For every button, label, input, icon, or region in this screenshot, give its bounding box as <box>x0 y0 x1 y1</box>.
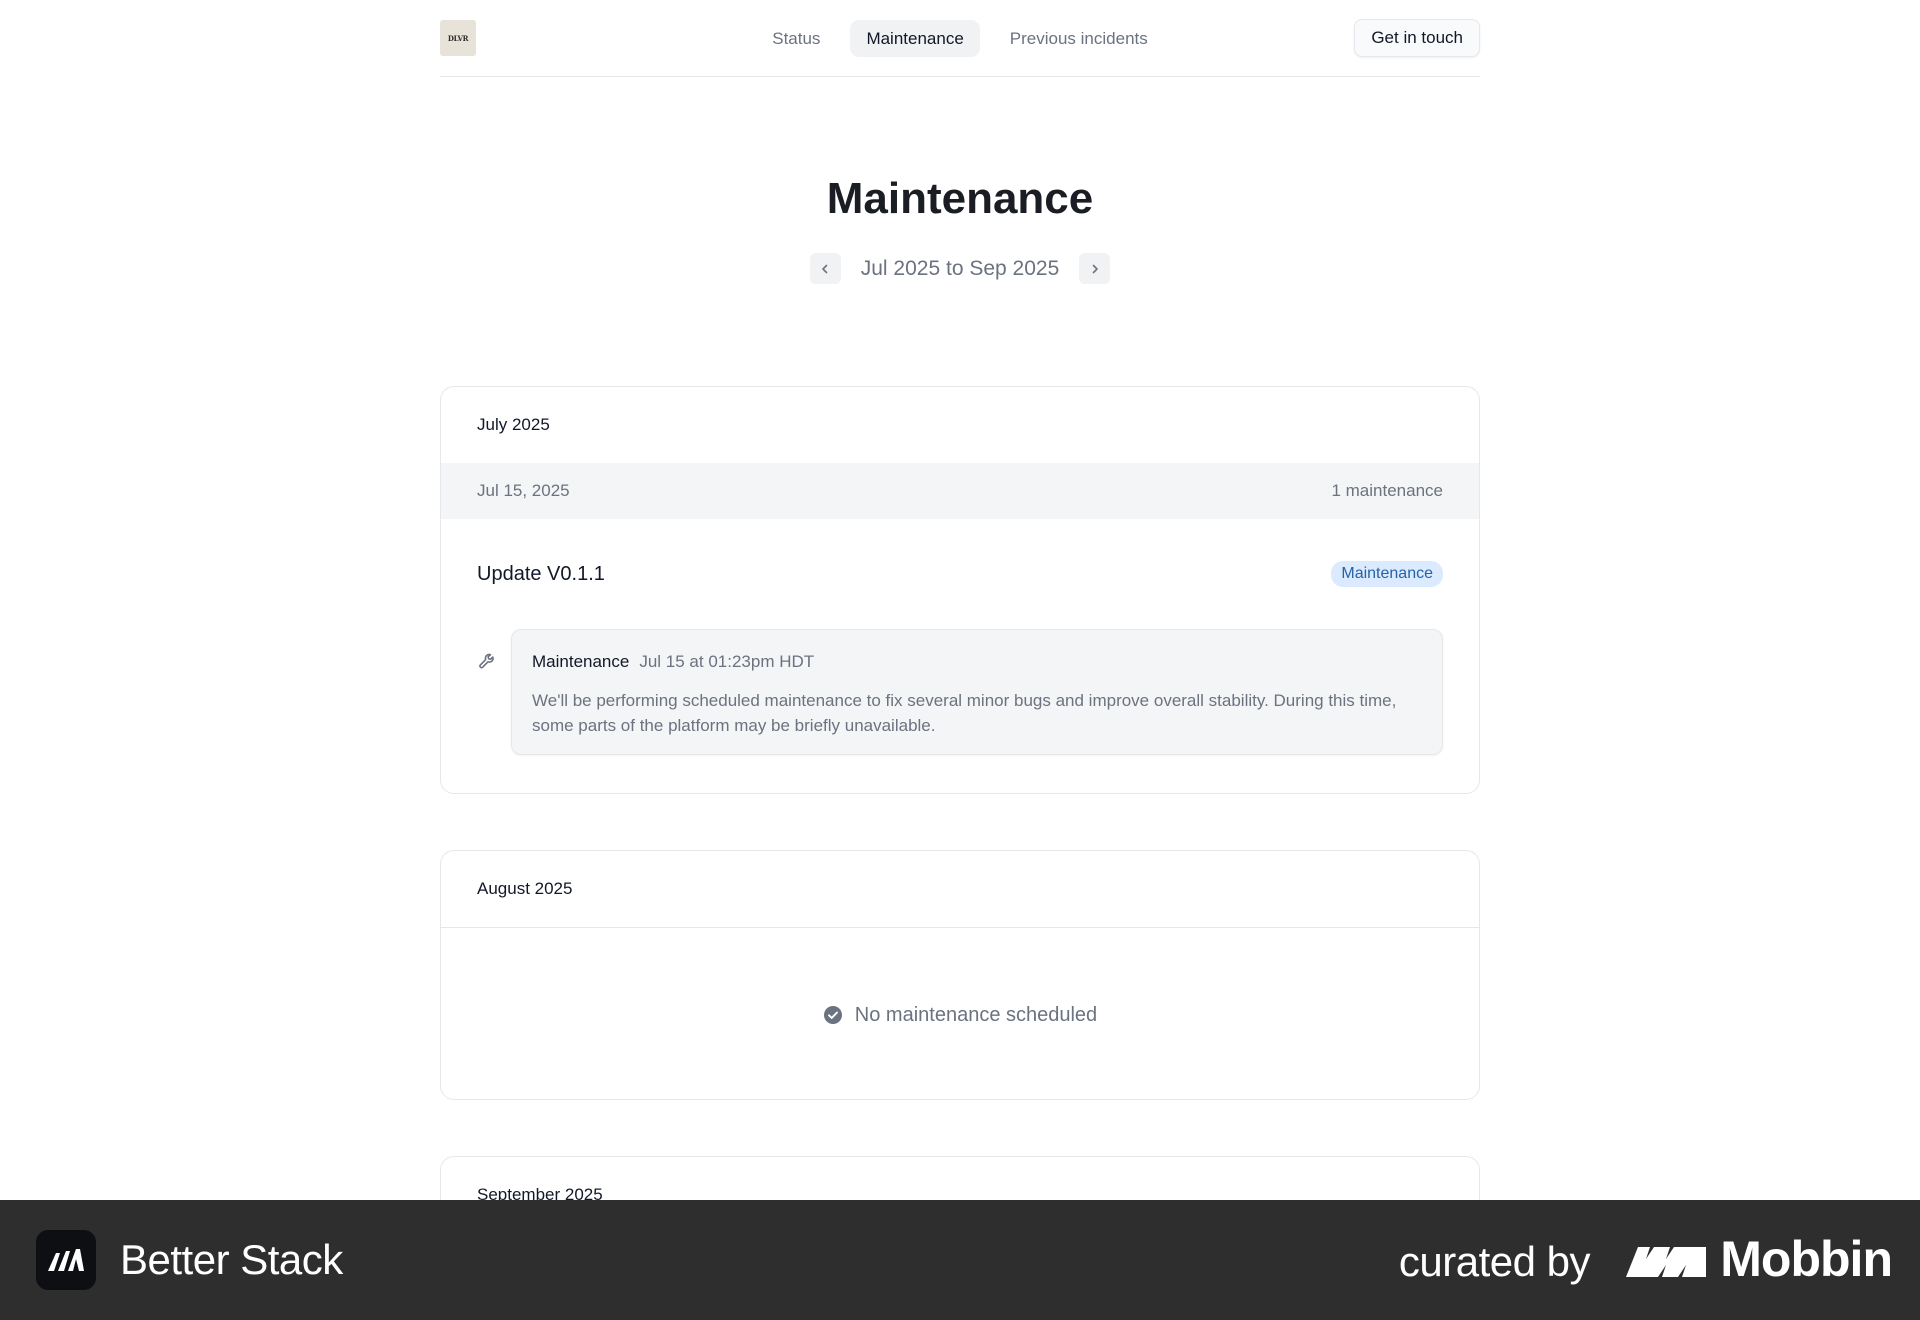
month-card-august: August 2025 No maintenance scheduled <box>440 850 1480 1100</box>
page-container: DLVR Status Maintenance Previous inciden… <box>440 0 1480 1276</box>
month-card-july: July 2025 Jul 15, 2025 1 maintenance Upd… <box>440 386 1480 794</box>
previous-range-button[interactable] <box>809 253 841 284</box>
brand-name: Better Stack <box>120 1236 343 1283</box>
day-row: Jul 15, 2025 1 maintenance <box>441 463 1479 519</box>
check-circle-icon <box>823 1006 842 1024</box>
date-range-switcher: Jul 2025 to Sep 2025 <box>440 253 1480 284</box>
curator-name: Mobbin <box>1720 1231 1893 1287</box>
date-range-label: Jul 2025 to Sep 2025 <box>860 256 1060 280</box>
header: DLVR Status Maintenance Previous inciden… <box>440 0 1480 77</box>
update-label: Maintenance <box>532 652 630 671</box>
day-count: 1 maintenance <box>1331 481 1443 500</box>
day-date: Jul 15, 2025 <box>477 481 570 500</box>
update-entry: Maintenance Jul 15 at 01:23pm HDT We'll … <box>441 629 1479 755</box>
nav-maintenance[interactable]: Maintenance <box>850 20 980 57</box>
update-description: We'll be performing scheduled maintenanc… <box>532 691 1397 735</box>
update-box: Maintenance Jul 15 at 01:23pm HDT We'll … <box>511 629 1443 755</box>
better-stack-mark-icon <box>48 1249 84 1271</box>
main-nav: Status Maintenance Previous incidents <box>440 20 1480 57</box>
nav-previous-incidents[interactable]: Previous incidents <box>994 20 1164 57</box>
update-header: Maintenance Jul 15 at 01:23pm HDT <box>532 652 1422 672</box>
mobbin-mark-icon <box>1626 1247 1707 1277</box>
next-range-button[interactable] <box>1079 253 1111 284</box>
nav-status[interactable]: Status <box>756 20 836 57</box>
empty-state: No maintenance scheduled <box>441 927 1479 1099</box>
month-heading: July 2025 <box>477 415 550 434</box>
footer-bar: Better Stack curated by Mobbin <box>0 1200 1920 1320</box>
get-in-touch-button[interactable]: Get in touch <box>1354 19 1480 57</box>
wrench-icon <box>479 653 494 669</box>
chevron-right-icon <box>1092 264 1098 273</box>
event-title[interactable]: Update V0.1.1 <box>477 563 605 586</box>
chevron-left-icon <box>822 264 828 273</box>
status-badge: Maintenance <box>1331 561 1443 587</box>
mobbin-logo: Mobbin <box>1626 1230 1893 1288</box>
update-timestamp: Jul 15 at 01:23pm HDT <box>639 652 815 671</box>
page-title: Maintenance <box>826 174 1094 223</box>
curated-by-text: curated by <box>1398 1238 1591 1285</box>
better-stack-logo-icon <box>36 1230 96 1290</box>
empty-state-text: No maintenance scheduled <box>854 1003 1098 1026</box>
maintenance-event[interactable]: Update V0.1.1 Maintenance <box>441 519 1479 629</box>
month-heading: August 2025 <box>477 879 573 898</box>
